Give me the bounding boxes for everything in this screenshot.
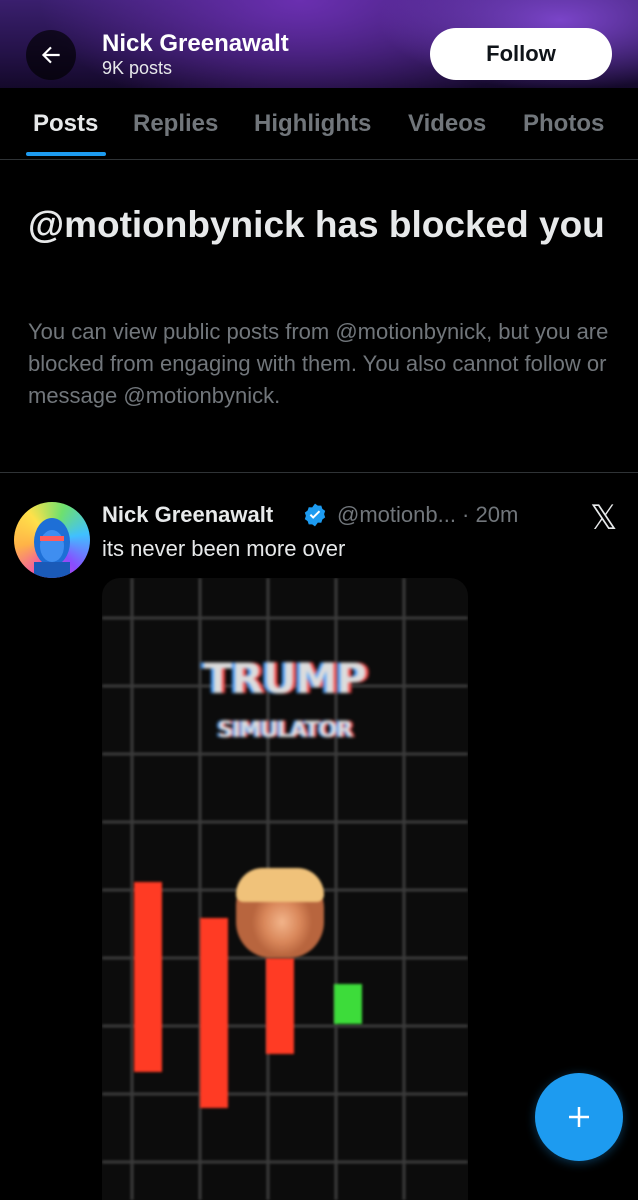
red-candle: [200, 918, 228, 1108]
tab-posts[interactable]: Posts: [33, 110, 98, 138]
follow-button[interactable]: Follow: [430, 28, 612, 80]
tab-replies[interactable]: Replies: [133, 110, 218, 138]
red-candle: [134, 882, 162, 1072]
blocked-title: @motionbynick has blocked you: [28, 204, 605, 245]
post-author-name[interactable]: Nick Greenawalt: [102, 502, 273, 528]
x-logo-icon: 𝕏: [590, 498, 618, 538]
verified-badge-icon: [304, 503, 326, 527]
profile-tabs: Posts Replies Highlights Videos Photos: [0, 88, 638, 160]
media-subtitle: SIMULATOR: [217, 718, 354, 743]
avatar[interactable]: [14, 502, 90, 578]
post-text: its never been more over: [102, 536, 346, 561]
active-tab-indicator: [26, 152, 106, 156]
plus-icon: [569, 1107, 589, 1127]
media-title: TRUMP: [203, 654, 368, 703]
avatar-figure-icon: [34, 518, 70, 578]
back-button[interactable]: [26, 30, 76, 80]
character-face: [236, 868, 324, 958]
blocked-description: You can view public posts from @motionby…: [28, 319, 609, 408]
post-media-video[interactable]: TRUMP SIMULATOR: [102, 578, 468, 1200]
profile-header: Nick Greenawalt 9K posts Follow: [0, 0, 638, 88]
post-handle-time: @motionb... · 20m: [337, 502, 519, 527]
tab-highlights[interactable]: Highlights: [254, 110, 371, 138]
green-candle: [334, 984, 362, 1024]
post-count: 9K posts: [102, 58, 173, 78]
red-candle: [266, 958, 294, 1054]
tab-videos[interactable]: Videos: [408, 110, 486, 138]
blocked-notice: @motionbynick has blocked you You can vi…: [0, 160, 638, 473]
profile-name: Nick Greenawalt: [102, 30, 289, 57]
compose-button[interactable]: [535, 1073, 623, 1161]
arrow-left-icon: [41, 46, 60, 64]
tab-photos[interactable]: Photos: [523, 110, 604, 138]
